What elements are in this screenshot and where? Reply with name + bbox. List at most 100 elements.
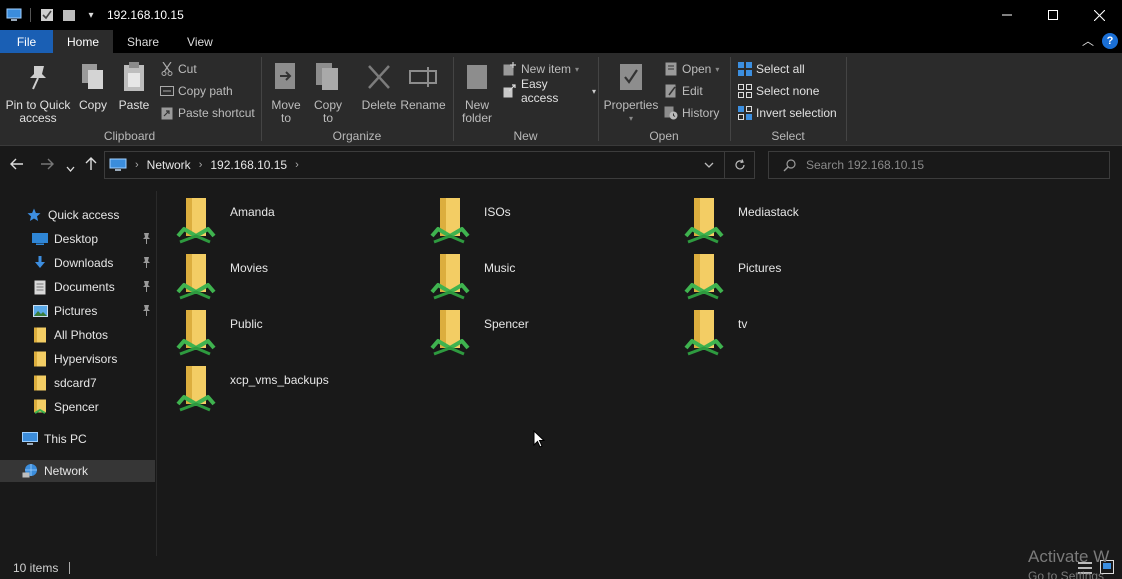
sidebar-item-downloads[interactable]: Downloads: [0, 252, 155, 274]
history-button[interactable]: History: [664, 104, 719, 122]
this-pc-icon: [22, 431, 38, 447]
cut-button[interactable]: Cut: [160, 60, 197, 78]
open-group: Properties ▾ Open ▾ Edit History Open: [600, 53, 728, 146]
move-to-icon: [270, 59, 302, 95]
new-item-icon: [503, 62, 517, 76]
move-to-button[interactable]: Move to: [267, 59, 305, 125]
paste-shortcut-button[interactable]: Paste shortcut: [160, 104, 255, 122]
download-arrow-icon: [32, 255, 48, 271]
select-none-button[interactable]: Select none: [738, 82, 819, 100]
activation-watermark-sub: Go to Settings: [1028, 569, 1105, 579]
up-arrow-icon[interactable]: [85, 157, 97, 175]
edit-button[interactable]: Edit: [664, 82, 703, 100]
copy-button[interactable]: Copy: [76, 59, 110, 112]
ribbon-divider: [261, 57, 262, 141]
folder-item-movies[interactable]: Movies: [158, 251, 398, 303]
folder-item-pictures[interactable]: Pictures: [666, 251, 906, 303]
sidebar-item-label: Hypervisors: [54, 352, 118, 366]
folder-item-tv[interactable]: tv: [666, 307, 906, 359]
folder-item-amanda[interactable]: Amanda: [158, 195, 398, 247]
navigation-pane: Quick access Desktop Downloads Documents…: [0, 191, 157, 556]
sidebar-item-all-photos[interactable]: All Photos: [0, 324, 155, 346]
close-button[interactable]: [1076, 0, 1122, 30]
address-dropdown-icon[interactable]: [694, 152, 724, 178]
scissors-icon: [160, 62, 174, 76]
folder-item-xcp-vms-backups[interactable]: xcp_vms_backups: [158, 363, 398, 415]
folder-name: Public: [230, 317, 263, 331]
tab-file[interactable]: File: [0, 30, 53, 53]
folder-icon: [32, 327, 48, 343]
paste-label: Paste: [118, 98, 150, 112]
folder-name: xcp_vms_backups: [230, 373, 329, 387]
sidebar-item-label: sdcard7: [54, 376, 97, 390]
tab-view[interactable]: View: [173, 30, 227, 53]
sidebar-item-pictures[interactable]: Pictures: [0, 300, 155, 322]
open-label: Open: [682, 62, 712, 76]
pin-to-quick-access-button[interactable]: Pin to Quick access: [4, 59, 72, 125]
back-arrow-icon[interactable]: [10, 157, 24, 174]
properties-dropdown-icon: ▾: [628, 114, 633, 123]
easy-access-button[interactable]: Easy access ▾: [503, 77, 596, 105]
select-all-button[interactable]: Select all: [738, 60, 805, 78]
open-group-label: Open: [649, 129, 679, 143]
refresh-icon[interactable]: [724, 152, 754, 178]
new-folder-icon[interactable]: [61, 7, 77, 23]
shared-folder-icon: [430, 196, 474, 246]
shared-folder-icon: [430, 252, 474, 302]
pin-icon: [142, 281, 151, 295]
delete-button[interactable]: Delete: [357, 59, 401, 112]
recent-locations-chevron-icon[interactable]: [66, 159, 75, 176]
properties-check-icon: [615, 59, 647, 95]
sidebar-item-spencer[interactable]: Spencer: [0, 396, 155, 418]
copy-path-button[interactable]: Copy path: [160, 82, 233, 100]
pin-icon: [142, 233, 151, 247]
open-button[interactable]: Open ▾: [664, 60, 719, 78]
collapse-ribbon-icon[interactable]: ︿: [1082, 32, 1094, 49]
breadcrumb-network[interactable]: Network: [147, 158, 191, 172]
folder-item-isos[interactable]: ISOs: [412, 195, 652, 247]
copy-to-button[interactable]: Copy to: [309, 59, 347, 125]
invert-selection-button[interactable]: Invert selection: [738, 104, 837, 122]
sidebar-item-sdcard7[interactable]: sdcard7: [0, 372, 155, 394]
nav-network[interactable]: Network: [0, 460, 155, 482]
nav-this-pc[interactable]: This PC: [0, 428, 155, 450]
search-placeholder: Search 192.168.10.15: [806, 158, 925, 172]
search-box[interactable]: Search 192.168.10.15: [768, 151, 1110, 179]
sidebar-item-hypervisors[interactable]: Hypervisors: [0, 348, 155, 370]
copy-icon: [77, 59, 109, 95]
ribbon-divider: [730, 57, 731, 141]
folder-item-mediastack[interactable]: Mediastack: [666, 195, 906, 247]
window-title: 192.168.10.15: [107, 8, 184, 22]
new-folder-button[interactable]: New folder: [459, 59, 495, 125]
computer-icon[interactable]: [6, 7, 22, 23]
breadcrumb-host[interactable]: 192.168.10.15: [210, 158, 287, 172]
shared-folder-icon: [176, 196, 220, 246]
properties-button[interactable]: Properties ▾: [602, 59, 660, 125]
tab-share[interactable]: Share: [113, 30, 173, 53]
ribbon-right-controls: ︿ ?: [1082, 32, 1118, 49]
rename-button[interactable]: Rename: [400, 59, 446, 112]
shared-folder-icon: [176, 364, 220, 414]
sidebar-item-desktop[interactable]: Desktop: [0, 228, 155, 250]
tab-home[interactable]: Home: [53, 30, 114, 53]
nav-quick-access[interactable]: Quick access: [0, 204, 155, 226]
organize-group-label: Organize: [332, 129, 382, 143]
paste-button[interactable]: Paste: [116, 59, 152, 112]
minimize-button[interactable]: [984, 0, 1030, 30]
forward-arrow-icon[interactable]: [40, 157, 54, 174]
invert-selection-icon: [738, 106, 752, 120]
properties-label: Properties: [603, 98, 659, 112]
folder-icon: [32, 375, 48, 391]
maximize-button[interactable]: [1030, 0, 1076, 30]
address-bar[interactable]: › Network › 192.168.10.15 ›: [104, 151, 755, 179]
organize-group: Move to Copy to Delete Rename Organize: [263, 53, 451, 146]
help-icon[interactable]: ?: [1102, 32, 1118, 49]
customize-toolbar-chevron-icon[interactable]: ▾: [83, 7, 99, 23]
folder-item-music[interactable]: Music: [412, 251, 652, 303]
new-item-button[interactable]: New item ▾: [503, 60, 579, 78]
clipboard-group-label: Clipboard: [103, 129, 156, 143]
folder-item-spencer[interactable]: Spencer: [412, 307, 652, 359]
sidebar-item-documents[interactable]: Documents: [0, 276, 155, 298]
properties-icon[interactable]: [39, 7, 55, 23]
folder-item-public[interactable]: Public: [158, 307, 398, 359]
